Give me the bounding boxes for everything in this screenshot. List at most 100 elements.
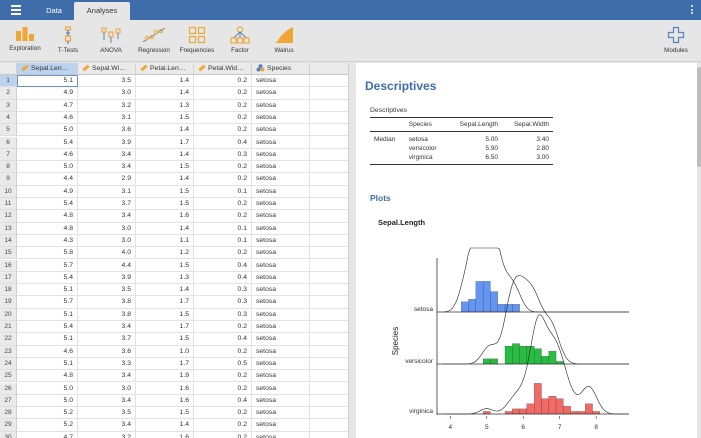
row-number[interactable]: 11 xyxy=(0,198,17,211)
table-cell[interactable]: 5.4 xyxy=(17,321,78,334)
more-options-icon[interactable] xyxy=(691,5,694,15)
table-cell[interactable]: 1.0 xyxy=(136,345,194,358)
table-cell[interactable] xyxy=(310,198,348,211)
table-cell[interactable] xyxy=(310,186,348,198)
row-number[interactable]: 29 xyxy=(0,419,17,432)
table-cell[interactable]: 1.4 xyxy=(136,87,194,100)
tab-data[interactable]: Data xyxy=(34,0,74,20)
table-cell[interactable]: 4.6 xyxy=(17,345,78,358)
table-cell[interactable]: 3.0 xyxy=(78,87,136,100)
table-cell[interactable]: 3.4 xyxy=(78,321,136,334)
table-cell[interactable] xyxy=(310,235,348,248)
table-cell[interactable]: 1.6 xyxy=(136,382,194,395)
table-cell[interactable]: 1.4 xyxy=(136,222,194,235)
column-header-sepal-length[interactable]: Sepal.Len… xyxy=(17,63,78,75)
table-cell[interactable]: 1.4 xyxy=(136,75,194,88)
table-cell[interactable] xyxy=(310,358,348,371)
row-number[interactable]: 16 xyxy=(0,259,17,272)
tab-analyses[interactable]: Analyses xyxy=(74,2,130,20)
row-number[interactable]: 17 xyxy=(0,271,17,285)
table-cell[interactable]: 3.1 xyxy=(78,185,136,198)
table-cell[interactable]: 5.1 xyxy=(17,333,78,346)
row-number[interactable]: 15 xyxy=(0,247,17,260)
table-cell[interactable] xyxy=(310,333,348,346)
table-cell[interactable]: 0.2 xyxy=(194,99,252,112)
row-number[interactable]: 3 xyxy=(0,99,17,112)
table-cell[interactable]: 1.7 xyxy=(136,136,194,149)
table-cell[interactable]: 1.7 xyxy=(136,296,194,309)
table-cell[interactable]: 0.1 xyxy=(194,234,252,248)
table-cell[interactable]: 0.2 xyxy=(194,75,252,88)
table-cell[interactable] xyxy=(310,75,348,88)
table-cell[interactable]: setosa xyxy=(252,407,310,420)
table-cell[interactable]: setosa xyxy=(252,271,310,285)
row-number[interactable]: 19 xyxy=(0,296,17,309)
table-cell[interactable]: 5.4 xyxy=(17,198,78,211)
table-cell[interactable] xyxy=(310,100,348,112)
table-cell[interactable]: 0.1 xyxy=(194,222,252,235)
table-cell[interactable]: 4.4 xyxy=(17,173,78,186)
table-cell[interactable]: 1.3 xyxy=(136,271,194,285)
table-cell[interactable]: 5.0 xyxy=(17,124,78,137)
descriptives-table[interactable]: Species Sepal.Length Sepal.Width Median … xyxy=(370,117,553,165)
table-cell[interactable]: 5.0 xyxy=(17,161,78,174)
table-cell[interactable] xyxy=(310,124,348,137)
table-cell[interactable]: 4.7 xyxy=(17,99,78,112)
table-cell[interactable]: 0.2 xyxy=(194,321,252,334)
table-cell[interactable]: 3.7 xyxy=(78,198,136,211)
row-number[interactable]: 1 xyxy=(0,75,17,88)
table-cell[interactable] xyxy=(310,223,348,235)
table-cell[interactable]: 1.4 xyxy=(136,148,194,162)
table-cell[interactable]: 1.5 xyxy=(136,259,194,272)
table-cell[interactable]: 4.9 xyxy=(17,185,78,198)
table-cell[interactable]: 4.3 xyxy=(17,234,78,248)
table-cell[interactable] xyxy=(310,112,348,125)
table-cell[interactable]: 1.7 xyxy=(136,321,194,334)
table-cell[interactable]: 1.4 xyxy=(136,284,194,297)
table-cell[interactable] xyxy=(310,284,348,297)
table-cell[interactable]: 0.4 xyxy=(194,136,252,149)
table-cell[interactable]: 3.1 xyxy=(78,111,136,125)
table-cell[interactable]: 5.8 xyxy=(17,247,78,260)
table-cell[interactable]: setosa xyxy=(252,308,310,321)
table-cell[interactable]: 0.3 xyxy=(194,308,252,321)
table-cell[interactable]: 0.1 xyxy=(194,185,252,198)
table-cell[interactable]: 0.4 xyxy=(194,333,252,346)
table-cell[interactable]: 0.2 xyxy=(194,111,252,125)
table-cell[interactable]: 3.0 xyxy=(78,382,136,395)
anova-button[interactable]: ANOVA xyxy=(91,26,131,60)
row-number[interactable]: 2 xyxy=(0,87,17,100)
table-cell[interactable] xyxy=(310,272,348,285)
row-number[interactable]: 13 xyxy=(0,222,17,235)
table-cell[interactable]: 3.5 xyxy=(78,75,136,88)
table-cell[interactable]: 0.2 xyxy=(194,370,252,383)
table-cell[interactable]: 1.4 xyxy=(136,173,194,186)
table-cell[interactable]: 5.7 xyxy=(17,296,78,309)
table-cell[interactable]: 3.5 xyxy=(78,407,136,420)
table-cell[interactable]: setosa xyxy=(252,185,310,198)
table-cell[interactable]: setosa xyxy=(252,124,310,137)
table-cell[interactable]: 5.1 xyxy=(17,308,78,321)
row-number[interactable]: 30 xyxy=(0,431,17,438)
table-cell[interactable]: 5.4 xyxy=(17,271,78,285)
table-cell[interactable]: 5.0 xyxy=(17,382,78,395)
table-cell[interactable]: 5.2 xyxy=(17,419,78,432)
row-number[interactable]: 5 xyxy=(0,124,17,137)
table-cell[interactable]: 3.4 xyxy=(78,370,136,383)
table-cell[interactable]: 1.1 xyxy=(136,234,194,248)
table-cell[interactable] xyxy=(310,210,348,223)
table-cell[interactable]: setosa xyxy=(252,136,310,149)
column-header-petal-length[interactable]: Petal.Len… xyxy=(136,63,194,75)
table-cell[interactable]: 1.4 xyxy=(136,124,194,137)
row-number[interactable]: 28 xyxy=(0,407,17,420)
table-cell[interactable]: 3.2 xyxy=(78,431,136,438)
table-cell[interactable]: 0.2 xyxy=(194,345,252,358)
table-cell[interactable]: 0.2 xyxy=(194,431,252,438)
row-number[interactable]: 22 xyxy=(0,333,17,346)
row-number[interactable]: 18 xyxy=(0,284,17,297)
table-cell[interactable] xyxy=(310,87,348,100)
table-cell[interactable]: 3.0 xyxy=(78,234,136,248)
table-cell[interactable]: setosa xyxy=(252,259,310,272)
table-cell[interactable]: setosa xyxy=(252,161,310,174)
ttests-button[interactable]: T-Tests xyxy=(48,26,88,60)
